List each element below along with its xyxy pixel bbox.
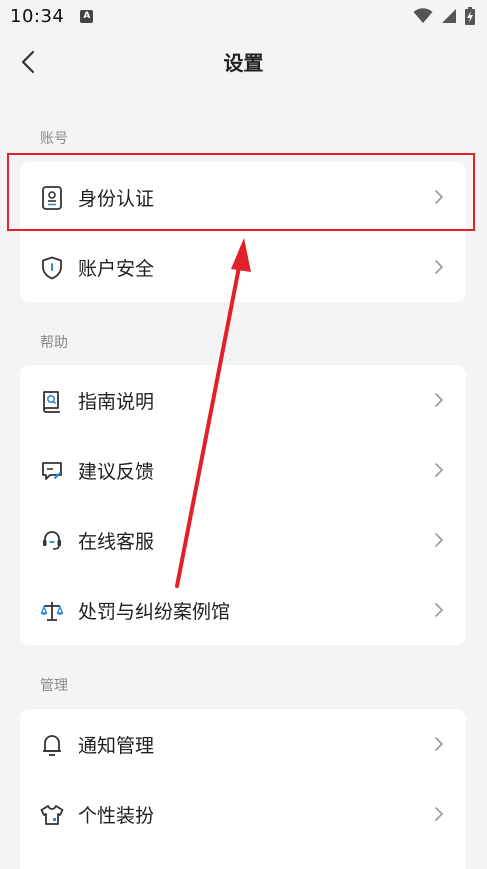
status-bar: 10:34 A [0, 0, 487, 32]
bell-icon [40, 733, 64, 757]
headset-icon [40, 529, 64, 553]
battery-charging-icon [465, 7, 475, 25]
chevron-right-icon [435, 260, 444, 274]
status-right [413, 7, 475, 25]
chevron-right-icon [435, 393, 444, 407]
scales-icon [40, 599, 64, 623]
help-card: 指南说明 建议反馈 在线客服 处罚与纠纷案例馆 [20, 365, 466, 645]
wifi-icon [413, 8, 433, 23]
back-button[interactable] [14, 46, 42, 78]
book-search-icon [40, 389, 64, 413]
chevron-right-icon [435, 533, 444, 547]
section-label-help: 帮助 [40, 335, 68, 351]
settings-item-penalty-cases[interactable]: 处罚与纠纷案例馆 [20, 575, 466, 645]
tshirt-icon [40, 803, 64, 827]
settings-item-label: 处罚与纠纷案例馆 [78, 600, 231, 623]
header: 设置 [0, 32, 487, 94]
shield-icon [40, 256, 64, 280]
annotation-highlight-box [7, 153, 475, 231]
settings-item-account-security[interactable]: 账户安全 [20, 232, 466, 302]
status-left: 10:34 A [10, 5, 94, 27]
settings-item-label: 个性装扮 [78, 804, 155, 827]
settings-item-label: 在线客服 [78, 530, 155, 553]
manage-card: 通知管理 个性装扮 [20, 709, 466, 869]
settings-item-personalization[interactable]: 个性装扮 [20, 779, 466, 849]
section-label-manage: 管理 [40, 678, 68, 694]
signal-icon [442, 9, 456, 23]
chevron-right-icon [435, 463, 444, 477]
settings-item-label: 建议反馈 [78, 460, 155, 483]
settings-item-label: 账户安全 [78, 257, 155, 280]
settings-item-notifications[interactable]: 通知管理 [20, 709, 466, 779]
a-notification-icon: A [80, 9, 94, 23]
chevron-right-icon [435, 737, 444, 751]
chevron-right-icon [435, 603, 444, 617]
settings-item-label: 指南说明 [78, 390, 155, 413]
feedback-icon [40, 459, 64, 483]
back-arrow-icon [21, 50, 35, 74]
settings-item-online-service[interactable]: 在线客服 [20, 505, 466, 575]
settings-item-label: 通知管理 [78, 734, 155, 757]
status-time: 10:34 [10, 5, 65, 27]
settings-item-feedback[interactable]: 建议反馈 [20, 435, 466, 505]
chevron-right-icon [435, 807, 444, 821]
settings-item-guide[interactable]: 指南说明 [20, 365, 466, 435]
section-label-account: 账号 [40, 131, 68, 147]
page-title: 设置 [223, 51, 264, 75]
